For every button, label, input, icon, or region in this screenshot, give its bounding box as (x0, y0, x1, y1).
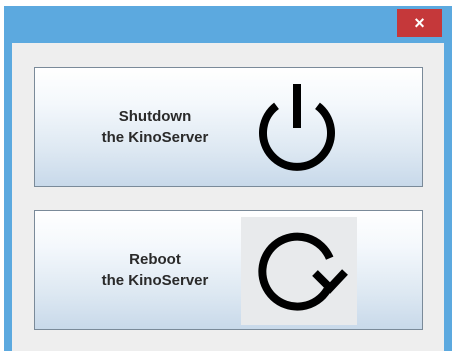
shutdown-button[interactable]: Shutdown the KinoServer (34, 67, 423, 187)
reboot-button[interactable]: Reboot the KinoServer (34, 210, 423, 330)
shutdown-label: Shutdown the KinoServer (35, 68, 275, 186)
reboot-label-line1: Reboot (129, 251, 181, 268)
shutdown-label-line2: the KinoServer (101, 129, 209, 146)
reboot-icon (258, 232, 348, 311)
power-icon (259, 84, 335, 171)
reboot-label-line2: the KinoServer (101, 272, 209, 289)
close-button[interactable]: × (397, 9, 442, 37)
shutdown-label-line1: Shutdown (118, 108, 192, 125)
reboot-label: Reboot the KinoServer (35, 211, 275, 329)
close-icon: × (414, 12, 425, 33)
title-bar[interactable]: × (4, 6, 452, 43)
dialog-window: × Shutdown the KinoServer Reboot the Kin… (4, 6, 452, 351)
dialog-content: Shutdown the KinoServer Reboot the KinoS… (12, 43, 444, 351)
